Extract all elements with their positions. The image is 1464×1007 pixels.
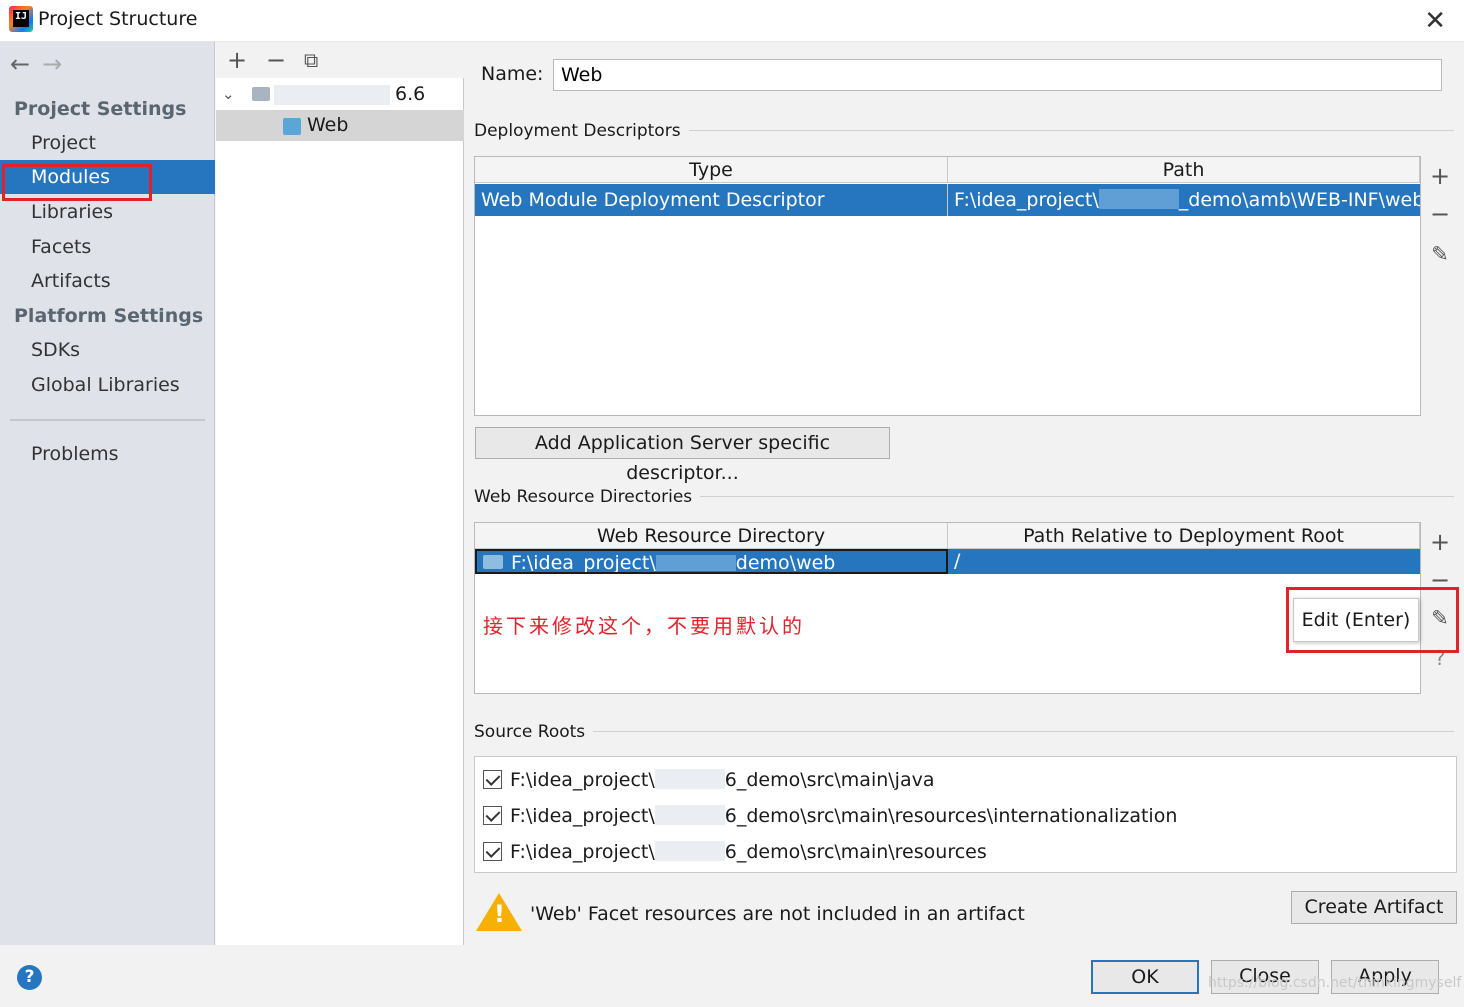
redacted-path (654, 805, 725, 825)
source-roots-divider (474, 731, 1454, 732)
remove-icon[interactable]: − (266, 46, 286, 74)
resource-dir-end: demo\web (735, 552, 836, 574)
add-icon[interactable]: + (227, 46, 247, 74)
remove-icon[interactable]: − (1422, 200, 1458, 228)
forward-arrow-icon[interactable]: → (42, 50, 62, 78)
redacted-path (654, 769, 725, 789)
module-tree-panel: + − ⧉ ⌄ 6.6 Web (216, 42, 464, 945)
redacted-path (1098, 189, 1179, 209)
redacted-path (654, 841, 725, 861)
sidebar-item-artifacts[interactable]: Artifacts (0, 264, 215, 298)
platform-settings-heading: Platform Settings (14, 305, 204, 327)
sidebar-divider (10, 419, 205, 421)
modules-highlight-box (2, 164, 152, 201)
tree-row-module[interactable]: ⌄ 6.6 (216, 79, 464, 110)
watermark-text: https://blog.csdn.net/thinkingmyself (1208, 975, 1462, 991)
project-settings-heading: Project Settings (14, 98, 187, 120)
deployment-descriptors-heading: Deployment Descriptors (474, 121, 689, 141)
dialog-footer: ? OK Close Apply https://blog.csdn.net/t… (0, 945, 1464, 1007)
name-label: Name: (481, 63, 544, 85)
name-input[interactable] (553, 59, 1442, 91)
title-bar: IJ Project Structure ✕ (0, 0, 1464, 42)
add-icon[interactable]: + (1422, 528, 1458, 556)
artifact-warning-text: 'Web' Facet resources are not included i… (530, 903, 1025, 925)
annotation-note: 接下来修改这个，不要用默认的 (483, 614, 805, 638)
tree-row-web-facet[interactable]: Web (216, 110, 464, 141)
redacted-module-name (274, 85, 390, 105)
list-item[interactable]: F:\idea_project\ 6_demo\src\main\java (483, 765, 934, 795)
column-header-web-resource-directory[interactable]: Web Resource Directory (475, 523, 948, 549)
source-path-suffix: 6_demo\src\main\resources\internationali… (724, 805, 1178, 827)
add-icon[interactable]: + (1422, 162, 1458, 190)
web-facet-icon (283, 118, 301, 135)
copy-icon[interactable]: ⧉ (304, 48, 318, 72)
source-roots-heading: Source Roots (474, 722, 594, 742)
descriptor-type-cell: Web Module Deployment Descriptor (475, 184, 948, 216)
chevron-down-icon[interactable]: ⌄ (222, 79, 235, 110)
resource-dir-start: F:\idea_project\ (511, 552, 656, 574)
edit-pencil-icon[interactable]: ✎ (1422, 242, 1458, 266)
window-title: Project Structure (38, 8, 198, 30)
sidebar-item-project[interactable]: Project (0, 126, 215, 160)
nav-arrows: ← → (10, 50, 74, 78)
deployment-toolbar: + − ✎ (1422, 156, 1458, 416)
source-path-prefix: F:\idea_project\ (510, 805, 655, 827)
column-header-relative-path[interactable]: Path Relative to Deployment Root (948, 523, 1420, 549)
create-artifact-button[interactable]: Create Artifact (1291, 891, 1457, 924)
source-roots-list: F:\idea_project\ 6_demo\src\main\java F:\… (474, 756, 1457, 873)
descriptor-path-cell: F:\idea_project\ _demo\amb\WEB-INF\web.xm… (948, 184, 1420, 216)
edit-highlight-box (1286, 587, 1459, 653)
back-arrow-icon[interactable]: ← (10, 50, 30, 78)
add-server-descriptor-button[interactable]: Add Application Server specific descript… (475, 427, 890, 484)
module-name-suffix: 6.6 (395, 83, 426, 105)
close-window-icon[interactable]: ✕ (1424, 6, 1446, 36)
redacted-path (655, 555, 736, 571)
source-root-checkbox[interactable] (483, 806, 502, 825)
relative-path-cell: / (954, 550, 961, 572)
web-resource-table: Web Resource Directory Path Relative to … (474, 522, 1421, 694)
table-row[interactable]: F:\idea_project\ demo\web / (475, 549, 1420, 574)
list-item[interactable]: F:\idea_project\ 6_demo\src\main\resource… (483, 837, 987, 867)
descriptor-path-end: _demo\amb\WEB-INF\web.xml (1178, 189, 1420, 211)
source-path-prefix: F:\idea_project\ (510, 841, 655, 863)
ok-button[interactable]: OK (1091, 960, 1199, 994)
column-header-type[interactable]: Type (475, 157, 948, 183)
web-facet-label: Web (307, 114, 349, 136)
source-path-prefix: F:\idea_project\ (510, 769, 655, 791)
sidebar-item-sdks[interactable]: SDKs (0, 333, 215, 367)
sidebar-item-global-libraries[interactable]: Global Libraries (0, 368, 215, 402)
resource-directory-cell: F:\idea_project\ demo\web (475, 549, 948, 574)
tree-toolbar: + − ⧉ (216, 42, 464, 78)
source-root-checkbox[interactable] (483, 770, 502, 789)
module-folder-icon (252, 87, 270, 101)
warning-exclamation-icon: ! (494, 900, 505, 928)
list-item[interactable]: F:\idea_project\ 6_demo\src\main\resource… (483, 801, 1177, 831)
sidebar-item-problems[interactable]: Problems (0, 437, 215, 471)
web-folder-icon (483, 555, 503, 569)
intellij-logo-icon: IJ (9, 6, 33, 32)
deployment-descriptors-table: Type Path Web Module Deployment Descript… (474, 156, 1421, 416)
sidebar-item-facets[interactable]: Facets (0, 230, 215, 264)
table-row[interactable]: Web Module Deployment Descriptor F:\idea… (475, 184, 1420, 216)
help-icon[interactable]: ? (17, 965, 42, 990)
web-resource-directories-heading: Web Resource Directories (474, 487, 701, 507)
source-path-suffix: 6_demo\src\main\resources (724, 841, 987, 863)
source-root-checkbox[interactable] (483, 842, 502, 861)
descriptor-path-start: F:\idea_project\ (954, 189, 1099, 211)
column-header-path[interactable]: Path (948, 157, 1420, 183)
source-path-suffix: 6_demo\src\main\java (724, 769, 935, 791)
